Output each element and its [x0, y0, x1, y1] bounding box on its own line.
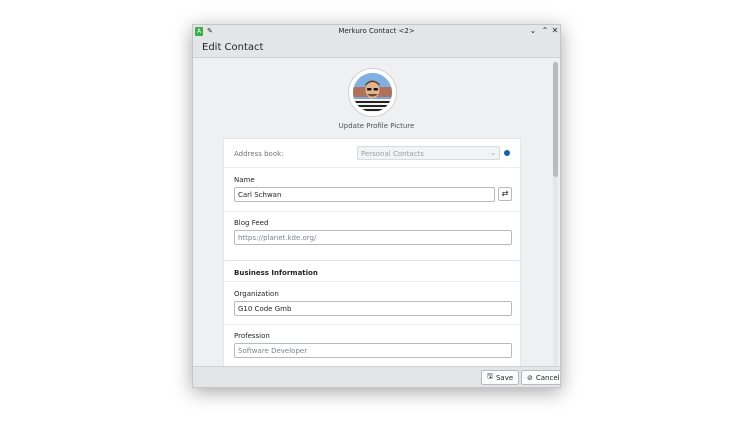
- organization-field[interactable]: G10 Code Gmb: [234, 301, 512, 316]
- name-label: Name: [234, 176, 255, 184]
- edit-contact-window: A ✎ Merkuro Contact <2> ⌄ ⌃ ✕ Edit Conta…: [192, 24, 561, 388]
- business-information-card: Business Information Organization G10 Co…: [223, 260, 521, 366]
- divider: [224, 324, 520, 325]
- divider: [224, 281, 520, 282]
- avatar-image: [353, 73, 392, 112]
- name-field[interactable]: Carl Schwan: [234, 187, 495, 202]
- blog-feed-field[interactable]: https://planet.kde.org/: [234, 230, 512, 245]
- save-button-label: Save: [495, 373, 514, 382]
- vertical-scrollbar[interactable]: [553, 61, 558, 366]
- divider: [224, 167, 520, 168]
- cancel-button[interactable]: ⊘ Cancel: [521, 370, 560, 385]
- dialog-footer: 🖫 Save ⊘ Cancel: [193, 366, 560, 387]
- swap-icon[interactable]: ⇄: [498, 187, 512, 201]
- profession-label: Profession: [234, 332, 270, 340]
- profession-field[interactable]: Software Developer: [234, 343, 512, 358]
- title-bar: A ✎ Merkuro Contact <2> ⌄ ⌃ ✕: [193, 25, 560, 39]
- page-title: Edit Contact: [202, 42, 264, 53]
- minimize-icon[interactable]: ⌄: [528, 26, 538, 35]
- save-button[interactable]: 🖫 Save: [481, 370, 520, 385]
- close-icon[interactable]: ✕: [550, 26, 560, 35]
- address-book-select[interactable]: Personal Contacts ⌄: [357, 146, 500, 160]
- address-book-selected: Personal Contacts: [361, 150, 424, 158]
- page-header: Edit Contact: [193, 39, 560, 58]
- profile-picture-button[interactable]: [348, 68, 397, 117]
- chevron-down-icon: ⌄: [490, 149, 496, 157]
- organization-label: Organization: [234, 290, 279, 298]
- window-title: Merkuro Contact <2>: [338, 27, 415, 35]
- form-content: Update Profile Picture Address book: Per…: [193, 58, 560, 366]
- scrollbar-thumb[interactable]: [553, 62, 558, 177]
- blog-feed-label: Blog Feed: [234, 219, 269, 227]
- cancel-icon: ⊘: [527, 373, 533, 382]
- address-book-color-indicator: [504, 150, 510, 156]
- save-icon: 🖫: [487, 372, 493, 380]
- maximize-icon[interactable]: ⌃: [540, 26, 550, 35]
- update-profile-picture-label[interactable]: Update Profile Picture: [193, 122, 560, 130]
- cancel-button-label: Cancel: [535, 373, 560, 382]
- divider: [224, 211, 520, 212]
- address-book-label: Address book:: [234, 150, 284, 158]
- business-information-heading: Business Information: [234, 269, 318, 277]
- contact-card: Address book: Personal Contacts ⌄ Name C…: [223, 138, 521, 280]
- avatar: [353, 73, 392, 112]
